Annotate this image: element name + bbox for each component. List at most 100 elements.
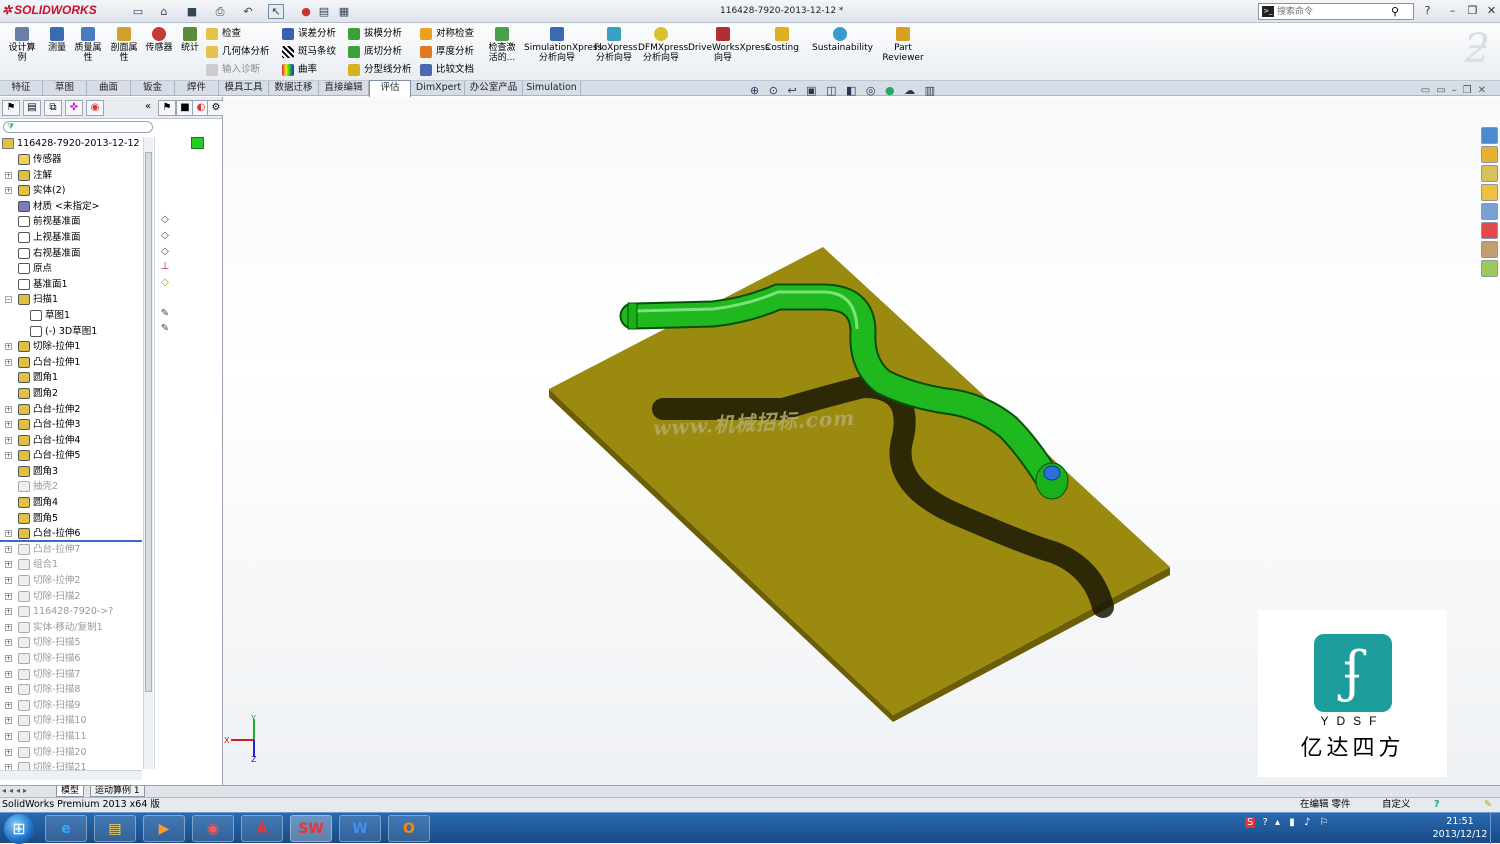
tab-evaluate[interactable]: 评估 <box>369 80 411 97</box>
tree-item[interactable]: + 凸台-拉伸3 <box>0 417 142 433</box>
tree-item[interactable]: + 注解 <box>0 168 142 184</box>
tree-item[interactable]: 抽壳2 <box>0 479 142 495</box>
tree-item[interactable]: 基准面1 <box>0 277 142 293</box>
expand-toggle-icon[interactable]: + <box>5 717 12 725</box>
tree-item[interactable]: + 凸台-拉伸2 <box>0 402 142 418</box>
expand-toggle-icon[interactable]: + <box>5 452 12 460</box>
expand-toggle-icon[interactable]: + <box>5 639 12 647</box>
tree-item[interactable]: + 实体(2) <box>0 183 142 199</box>
mass-properties-button[interactable]: 质量属性 <box>72 27 104 63</box>
viewport-minimize-icon[interactable]: – <box>1452 85 1463 96</box>
design-study-button[interactable]: 设计算例 <box>6 27 38 63</box>
undercut-analysis-button[interactable]: 底切分析 <box>348 44 402 60</box>
expand-toggle-icon[interactable]: + <box>5 343 12 351</box>
expand-toggle-icon[interactable]: + <box>5 670 12 678</box>
restore-icon[interactable]: ❐ <box>1465 4 1480 18</box>
tree-item[interactable]: (-) 3D草图1 <box>0 324 142 340</box>
tree-item[interactable]: 草图1 <box>0 308 142 324</box>
parting-line-analysis-button[interactable]: 分型线分析 <box>348 62 412 78</box>
internet-explorer-icon[interactable]: e <box>45 815 87 842</box>
compare-documents-button[interactable]: 比较文档 <box>420 62 474 78</box>
search-icon[interactable]: ⚲ <box>1391 5 1399 18</box>
tree-root-part[interactable]: 116428-7920-2013-12-12 （ <box>2 136 152 152</box>
tab-direct-editing[interactable]: 直接编辑 <box>319 81 369 96</box>
scroll-thumb[interactable] <box>145 152 152 692</box>
section-properties-button[interactable]: 剖面属性 <box>108 27 140 63</box>
tree-item[interactable]: + 实体-移动/复制1 <box>0 620 142 636</box>
zoom-to-fit-icon[interactable]: ⊕ <box>750 84 759 97</box>
tab-simulation[interactable]: Simulation <box>523 81 581 96</box>
tab-mold-tools[interactable]: 模具工具 <box>219 81 269 96</box>
hide-show-items-icon[interactable]: ◎ <box>866 84 876 97</box>
dfmxpress-button[interactable]: DFMXpress 分析向导 <box>638 27 688 63</box>
tree-item[interactable]: + 切除-扫描2 <box>0 589 142 605</box>
pipe-end-hole[interactable] <box>1043 465 1061 481</box>
check-button[interactable]: 检查 <box>206 26 241 42</box>
tree-item[interactable]: 圆角5 <box>0 511 142 527</box>
costing-button[interactable]: Costing <box>764 27 800 53</box>
tree-item[interactable]: + 凸台-拉伸6 <box>0 526 142 542</box>
open-folder-icon[interactable]: ⌂ <box>156 4 172 19</box>
thickness-analysis-button[interactable]: 厚度分析 <box>420 44 474 60</box>
view-orientation-icon[interactable]: ◫ <box>826 84 836 97</box>
sustainability-button[interactable]: Sustainability <box>812 27 873 53</box>
expand-toggle-icon[interactable]: + <box>5 732 12 740</box>
select-pointer-icon[interactable]: ↖ <box>268 4 284 19</box>
tree-vertical-scrollbar[interactable] <box>143 137 153 769</box>
tab-model[interactable]: 模型 <box>56 786 85 797</box>
tab-office-products[interactable]: 办公室产品 <box>465 81 523 96</box>
tree-item[interactable]: + 切除-拉伸2 <box>0 573 142 589</box>
solidworks-resources-icon[interactable] <box>1481 127 1498 144</box>
tree-item[interactable]: 材质 <未指定> <box>0 199 142 215</box>
options-icon[interactable]: ▦ <box>336 4 352 19</box>
expand-toggle-icon[interactable]: + <box>5 171 12 179</box>
expand-toggle-icon[interactable]: + <box>5 530 12 538</box>
search-box[interactable]: >_ ⚲ <box>1258 3 1414 20</box>
status-tools-icon[interactable]: ✎ <box>1484 798 1492 812</box>
custom-properties-icon[interactable] <box>1481 241 1498 258</box>
viewport-restore-icon[interactable]: ❐ <box>1463 85 1478 96</box>
expand-toggle-icon[interactable]: + <box>5 436 12 444</box>
file-explorer-icon[interactable] <box>1481 184 1498 201</box>
curvature-button[interactable]: 曲率 <box>282 62 317 78</box>
zoom-area-icon[interactable]: ⊙ <box>769 84 778 97</box>
view-settings-icon[interactable]: ▥ <box>925 84 935 97</box>
tree-horizontal-scrollbar[interactable] <box>0 770 142 780</box>
security-icon[interactable]: ⚐ <box>1320 817 1329 828</box>
expand-toggle-icon[interactable]: + <box>5 701 12 709</box>
close-icon[interactable]: ✕ <box>1484 4 1499 18</box>
status-help-icon[interactable]: ? <box>1434 798 1440 812</box>
tree-item[interactable]: + 凸台-拉伸7 <box>0 542 142 558</box>
show-hidden-icons[interactable]: ▴ <box>1275 817 1280 828</box>
expand-toggle-icon[interactable]: + <box>5 187 12 195</box>
geometry-analysis-button[interactable]: 几何体分析 <box>206 44 270 60</box>
section-view-icon[interactable]: ▣ <box>806 84 816 97</box>
measure-button[interactable]: 测量 <box>44 27 70 53</box>
tree-item[interactable]: + 切除-扫描10 <box>0 713 142 729</box>
edit-appearance-icon[interactable]: ● <box>885 84 895 97</box>
new-document-icon[interactable]: ▭ <box>130 4 146 19</box>
expand-toggle-icon[interactable]: + <box>5 421 12 429</box>
expand-toggle-icon[interactable]: + <box>5 592 12 600</box>
word-icon[interactable]: W <box>339 815 381 842</box>
tab-dimxpert[interactable]: DimXpert <box>413 81 465 96</box>
input-method-icon[interactable]: S <box>1245 817 1256 828</box>
expand-toggle-icon[interactable]: + <box>5 608 12 616</box>
dimxpertmanager-tab-icon[interactable]: ✜ <box>65 100 83 116</box>
tree-item[interactable]: 原点 <box>0 261 142 277</box>
tree-item[interactable]: 右视基准面 <box>0 246 142 262</box>
rebuild-icon[interactable]: ● <box>298 4 314 19</box>
tab-weldments[interactable]: 焊件 <box>175 81 219 96</box>
file-properties-icon[interactable]: ▤ <box>316 4 332 19</box>
right-plane-icon[interactable]: ◇ <box>159 246 171 258</box>
view-palette-icon[interactable] <box>1481 203 1498 220</box>
tree-item[interactable]: 圆角3 <box>0 464 142 480</box>
tree-item[interactable]: + 组合1 <box>0 557 142 573</box>
solidworks-taskbar-icon[interactable]: SW <box>290 815 332 842</box>
origin-icon[interactable]: ⊥ <box>159 261 171 273</box>
tab-nav-arrows[interactable]: ◂◂◂▸ <box>2 786 30 795</box>
print-icon[interactable]: ⎙ <box>212 4 228 19</box>
tree-item[interactable]: + 凸台-拉伸4 <box>0 433 142 449</box>
tree-item[interactable]: 圆角2 <box>0 386 142 402</box>
media-player-icon[interactable]: ▶ <box>143 815 185 842</box>
